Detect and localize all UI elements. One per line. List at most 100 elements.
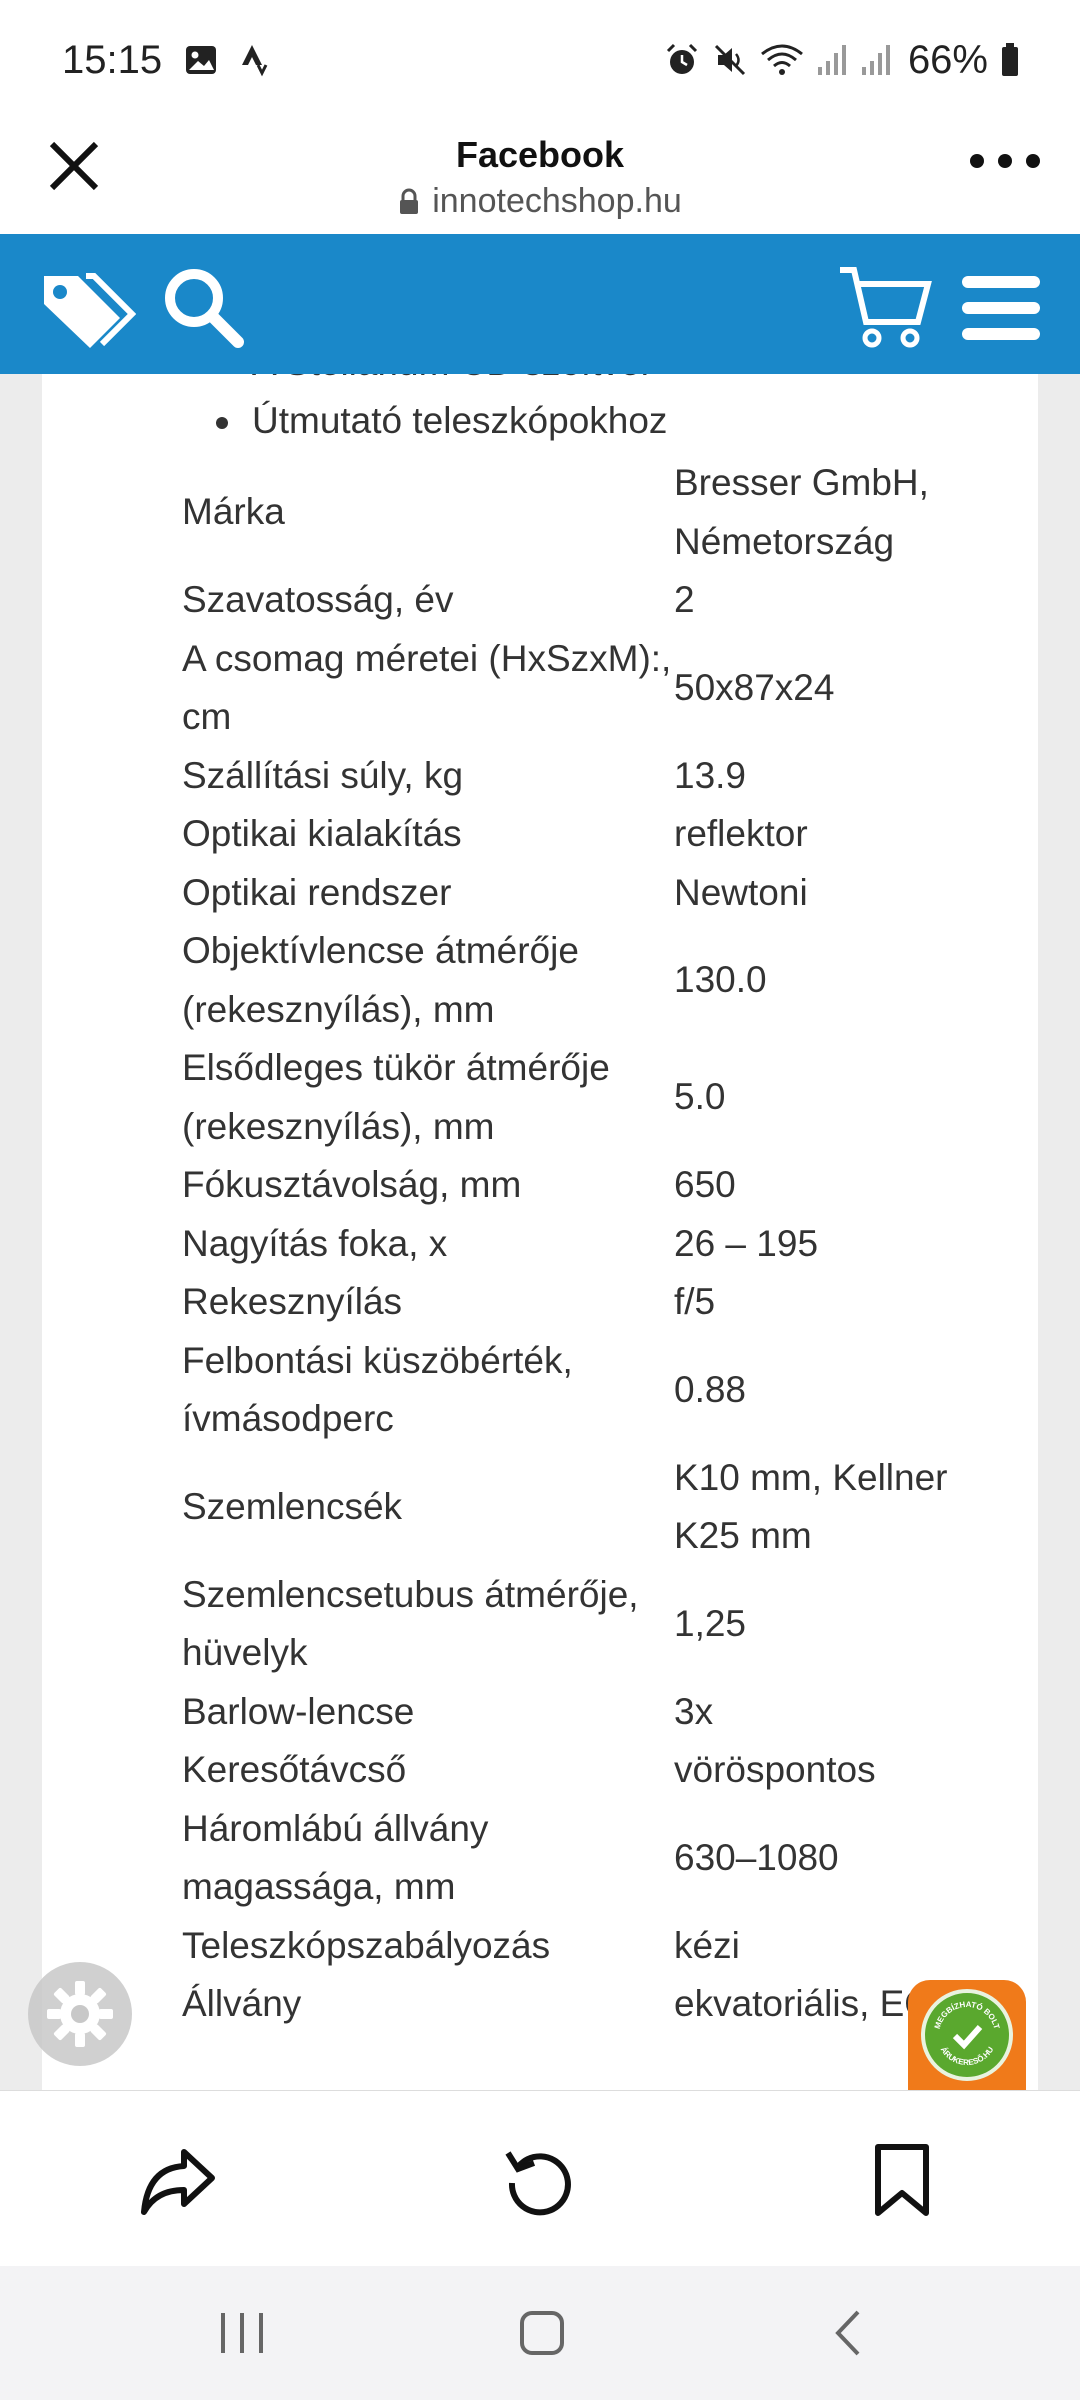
bookmark-button[interactable]: [862, 2141, 942, 2221]
spec-key: Optikai rendszer: [182, 871, 452, 913]
badge-bottom-text: ÁRUKERESŐ.HU: [939, 2045, 996, 2067]
table-row: Nagyítás foka, x 26 – 195: [182, 1215, 1002, 1274]
alarm-icon: [664, 42, 700, 78]
share-icon: [141, 2149, 215, 2215]
battery-icon: [1000, 42, 1020, 78]
signal-icon-2: [860, 43, 892, 77]
spec-key: Teleszkópszabályozás: [182, 1924, 551, 1966]
table-row: Háromlábú állvány magassága, mm 630–1080: [182, 1800, 1002, 1917]
spec-key: Szavatosság, év: [182, 579, 454, 620]
recent-apps-button[interactable]: [212, 2308, 272, 2358]
included-items-list: A Stellarium CD szoftver Útmutató telesz…: [215, 374, 667, 450]
spec-key: Elsődleges tükör átmérője (rekesznyílás)…: [182, 1047, 610, 1147]
table-row: Állvány ekvatoriális, EQ: [182, 1975, 1002, 2034]
spec-key: Szállítási súly, kg: [182, 754, 464, 796]
site-nav-bar: [0, 234, 1080, 374]
page-content: A Stellarium CD szoftver Útmutató telesz…: [0, 374, 1080, 2090]
spec-value: 630–1080: [674, 1836, 839, 1878]
list-item: Útmutató teleszkópokhoz: [215, 392, 667, 450]
spec-value: reflektor: [674, 813, 808, 854]
settings-button[interactable]: [28, 1962, 132, 2066]
recent-apps-icon: [221, 2313, 263, 2353]
home-button[interactable]: [512, 2308, 572, 2358]
system-nav-bar: [0, 2266, 1080, 2400]
table-row: Márka Bresser GmbH, Németország: [182, 454, 1002, 571]
spec-key: Optikai kialakítás: [182, 813, 462, 854]
badge-seal: MEGBÍZHATÓ BOLT ÁRUKERESŐ.HU: [921, 1989, 1013, 2081]
spec-key: Barlow-lencse: [182, 1690, 415, 1732]
table-row: Optikai kialakítás reflektor: [182, 805, 1002, 864]
trusted-shop-badge[interactable]: MEGBÍZHATÓ BOLT ÁRUKERESŐ.HU: [908, 1980, 1026, 2090]
bookmark-icon: [875, 2144, 929, 2216]
reload-icon: [505, 2151, 571, 2216]
status-bar: 15:15 66%: [0, 0, 1080, 120]
menu-icon[interactable]: [962, 276, 1040, 345]
spec-value: vöröspontos: [674, 1749, 876, 1790]
battery-percent: 66%: [907, 37, 988, 82]
table-row: Szemlencsetubus átmérője, hüvelyk 1,25: [182, 1566, 1002, 1683]
spec-value: Newtoni: [674, 871, 808, 913]
table-row: A csomag méretei (HxSzxM):, cm 50x87x24: [182, 630, 1002, 747]
spec-key: Állvány: [182, 1983, 302, 2024]
table-row: Teleszkópszabályozás kézi: [182, 1917, 1002, 1976]
table-row: Szemlencsék K10 mm, Kellner K25 mm: [182, 1449, 1002, 1566]
product-spec-card: A Stellarium CD szoftver Útmutató telesz…: [42, 374, 1038, 2090]
spec-key: Objektívlencse átmérője (rekesznyílás), …: [182, 930, 579, 1030]
mute-icon: [712, 42, 748, 78]
spec-value: 0.88: [674, 1368, 747, 1410]
header-center: Facebook innotechshop.hu: [0, 120, 1080, 221]
spec-value: 3x: [674, 1690, 714, 1732]
spec-value: 1,25: [674, 1602, 747, 1644]
reload-button[interactable]: [500, 2141, 580, 2221]
table-row: Fókusztávolság, mm 650: [182, 1156, 1002, 1215]
gear-icon: [47, 1981, 113, 2047]
table-row: Barlow-lencse 3x: [182, 1683, 1002, 1742]
spec-value: 5.0: [674, 1076, 726, 1118]
more-dot: [1026, 154, 1040, 168]
spec-value: K10 mm, Kellner K25 mm: [674, 1456, 948, 1557]
spec-value: Bresser GmbH, Németország: [674, 462, 929, 562]
spec-value: 130.0: [674, 959, 767, 1001]
table-row: Optikai rendszer Newtoni: [182, 864, 1002, 923]
spec-key: Szemlencsetubus átmérője, hüvelyk: [182, 1573, 639, 1674]
spec-key: Keresőtávcső: [182, 1749, 407, 1790]
svg-text:MEGBÍZHATÓ BOLT: MEGBÍZHATÓ BOLT: [933, 2000, 1002, 2030]
spec-key: Márka: [182, 491, 285, 533]
search-icon[interactable]: [160, 264, 244, 353]
spec-value: f/5: [674, 1281, 716, 1322]
spec-value: kézi: [674, 1924, 740, 1966]
tags-icon[interactable]: [40, 270, 137, 355]
share-button[interactable]: [138, 2141, 218, 2221]
browser-url[interactable]: innotechshop.hu: [398, 182, 682, 221]
table-row: Rekesznyílás f/5: [182, 1273, 1002, 1332]
home-icon: [520, 2311, 564, 2355]
spec-key: A csomag méretei (HxSzxM):, cm: [182, 637, 672, 738]
gallery-icon: [184, 43, 218, 77]
spec-key: Felbontási küszöbérték, ívmásodperc: [182, 1339, 573, 1440]
browser-bottom-toolbar: [0, 2090, 1080, 2267]
spec-value: 50x87x24: [674, 666, 835, 708]
spec-key: Nagyítás foka, x: [182, 1222, 448, 1264]
cart-icon[interactable]: [838, 264, 932, 355]
spec-value: 26 – 195: [674, 1222, 819, 1264]
back-button[interactable]: [818, 2308, 878, 2358]
back-icon: [835, 2310, 860, 2356]
spec-key: Háromlábú állvány magassága, mm: [182, 1807, 489, 1908]
spec-key: Rekesznyílás: [182, 1281, 403, 1322]
svg-text:ÁRUKERESŐ.HU: ÁRUKERESŐ.HU: [939, 2045, 996, 2067]
spec-table: Márka Bresser GmbH, Németország Szavatoss…: [182, 454, 1002, 2034]
table-row: Keresőtávcső vöröspontos: [182, 1741, 1002, 1800]
spec-value: 13.9: [674, 754, 747, 796]
badge-top-text: MEGBÍZHATÓ BOLT: [933, 2000, 1002, 2030]
more-options-button[interactable]: [970, 146, 1040, 176]
table-row: Szállítási súly, kg 13.9: [182, 747, 1002, 806]
in-app-browser-header: Facebook innotechshop.hu: [0, 120, 1080, 235]
strava-icon: [240, 43, 270, 77]
wifi-icon: [760, 42, 804, 78]
browser-title: Facebook: [455, 134, 625, 175]
status-time: 15:15: [62, 37, 163, 82]
table-row: Felbontási küszöbérték, ívmásodperc 0.88: [182, 1332, 1002, 1449]
more-dot: [998, 154, 1012, 168]
signal-icon: [816, 43, 848, 77]
more-dot: [970, 154, 984, 168]
